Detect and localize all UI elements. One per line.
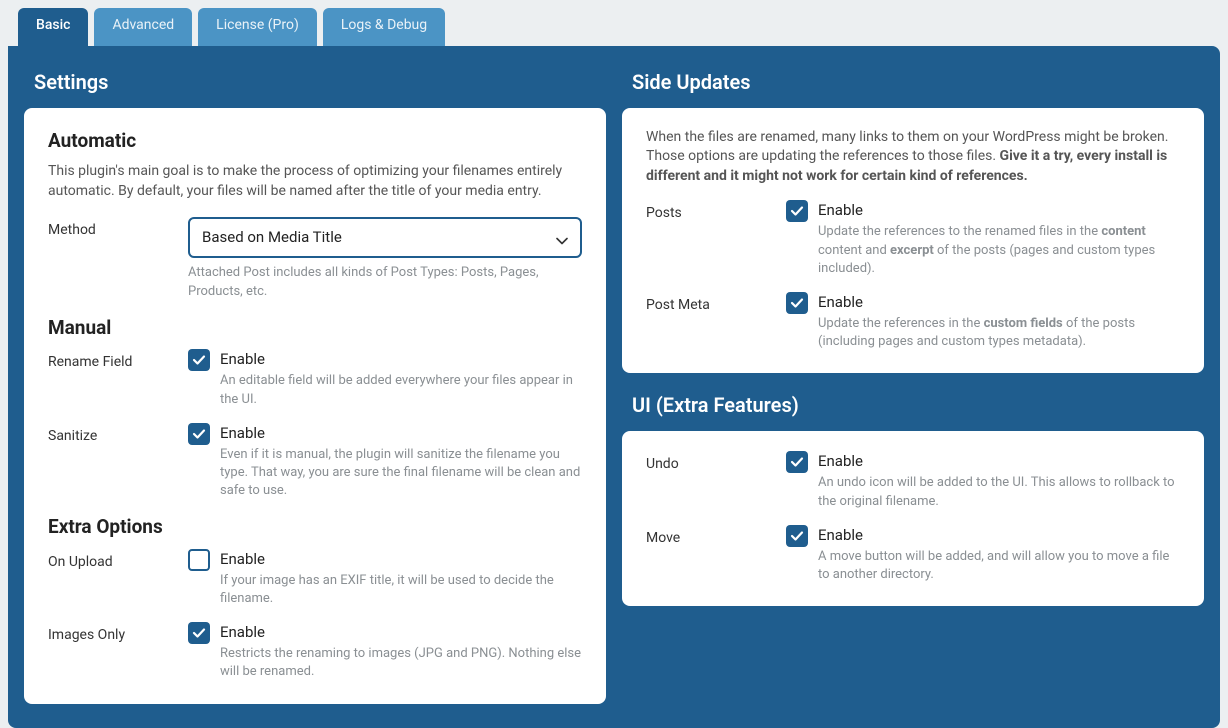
check-icon bbox=[192, 626, 206, 640]
settings-card: Automatic This plugin's main goal is to … bbox=[24, 108, 606, 704]
on-upload-checkbox[interactable] bbox=[188, 549, 210, 571]
on-upload-label: On Upload bbox=[48, 549, 188, 573]
tab-bar: Basic Advanced License (Pro) Logs & Debu… bbox=[8, 8, 1220, 46]
automatic-heading: Automatic bbox=[48, 128, 582, 155]
posts-enable: Enable bbox=[818, 200, 1180, 221]
move-desc: A move button will be added, and will al… bbox=[818, 548, 1180, 584]
automatic-desc: This plugin's main goal is to make the p… bbox=[48, 162, 582, 201]
undo-label: Undo bbox=[646, 451, 786, 475]
check-icon bbox=[790, 204, 804, 218]
method-select[interactable]: Based on Media Title bbox=[188, 217, 582, 258]
side-updates-title: Side Updates bbox=[632, 68, 1204, 96]
post-meta-desc: Update the references in the custom fiel… bbox=[818, 315, 1180, 351]
tab-logs[interactable]: Logs & Debug bbox=[323, 8, 445, 46]
method-select-value: Based on Media Title bbox=[202, 228, 342, 246]
tab-advanced[interactable]: Advanced bbox=[94, 8, 192, 46]
settings-panel: Settings Automatic This plugin's main go… bbox=[8, 46, 1220, 728]
side-updates-intro: When the files are renamed, many links t… bbox=[646, 128, 1180, 187]
posts-label: Posts bbox=[646, 200, 786, 224]
extra-heading: Extra Options bbox=[48, 514, 582, 541]
move-checkbox[interactable] bbox=[786, 525, 808, 547]
rename-field-desc: An editable field will be added everywhe… bbox=[220, 372, 582, 408]
sanitize-desc: Even if it is manual, the plugin will sa… bbox=[220, 446, 582, 501]
ui-features-title: UI (Extra Features) bbox=[632, 391, 1204, 419]
posts-checkbox[interactable] bbox=[786, 200, 808, 222]
images-only-checkbox[interactable] bbox=[188, 622, 210, 644]
settings-title: Settings bbox=[34, 68, 606, 96]
undo-enable: Enable bbox=[818, 451, 1180, 472]
rename-field-enable: Enable bbox=[220, 349, 582, 370]
images-only-desc: Restricts the renaming to images (JPG an… bbox=[220, 645, 582, 681]
on-upload-desc: If your image has an EXIF title, it will… bbox=[220, 572, 582, 608]
undo-checkbox[interactable] bbox=[786, 451, 808, 473]
images-only-label: Images Only bbox=[48, 622, 188, 646]
tab-basic[interactable]: Basic bbox=[18, 8, 88, 46]
post-meta-enable: Enable bbox=[818, 292, 1180, 313]
move-enable: Enable bbox=[818, 525, 1180, 546]
check-icon bbox=[192, 353, 206, 367]
post-meta-label: Post Meta bbox=[646, 292, 786, 316]
manual-heading: Manual bbox=[48, 315, 582, 342]
ui-features-card: Undo Enable An undo icon will be added t… bbox=[622, 431, 1204, 606]
check-icon bbox=[192, 427, 206, 441]
chevron-down-icon bbox=[556, 232, 568, 244]
method-helper: Attached Post includes all kinds of Post… bbox=[188, 264, 582, 300]
check-icon bbox=[790, 529, 804, 543]
rename-field-label: Rename Field bbox=[48, 349, 188, 373]
sanitize-label: Sanitize bbox=[48, 423, 188, 447]
rename-field-checkbox[interactable] bbox=[188, 349, 210, 371]
move-label: Move bbox=[646, 525, 786, 549]
method-label: Method bbox=[48, 217, 188, 241]
sanitize-enable: Enable bbox=[220, 423, 582, 444]
post-meta-checkbox[interactable] bbox=[786, 292, 808, 314]
sanitize-checkbox[interactable] bbox=[188, 423, 210, 445]
images-only-enable: Enable bbox=[220, 622, 582, 643]
side-updates-card: When the files are renamed, many links t… bbox=[622, 108, 1204, 374]
on-upload-enable: Enable bbox=[220, 549, 582, 570]
check-icon bbox=[790, 296, 804, 310]
tab-license[interactable]: License (Pro) bbox=[198, 8, 317, 46]
posts-desc: Update the references to the renamed fil… bbox=[818, 223, 1180, 278]
check-icon bbox=[790, 455, 804, 469]
undo-desc: An undo icon will be added to the UI. Th… bbox=[818, 474, 1180, 510]
